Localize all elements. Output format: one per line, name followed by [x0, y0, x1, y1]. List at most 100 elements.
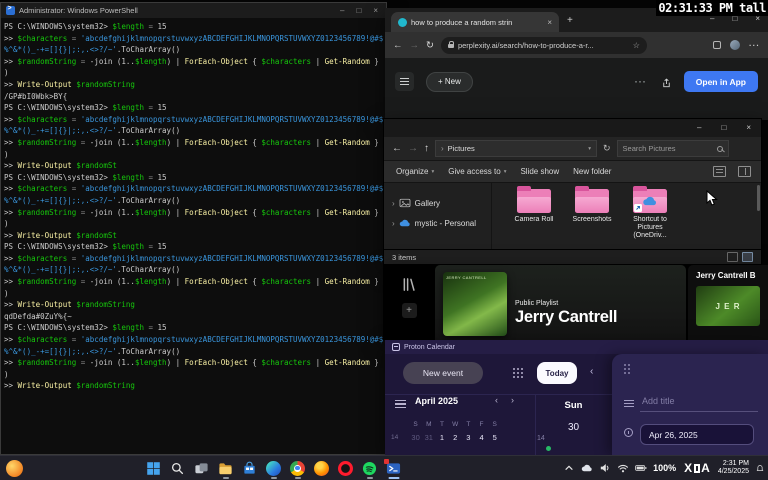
new-tab-button[interactable]: +	[567, 15, 573, 26]
search-button[interactable]	[170, 456, 185, 480]
console-line: >> $randomString = -join (1..$length) | …	[4, 207, 379, 217]
store-button[interactable]	[242, 456, 257, 480]
shortcut-arrow-icon	[634, 204, 642, 212]
back-icon[interactable]: ←	[392, 143, 402, 154]
onedrive-icon[interactable]	[581, 462, 593, 474]
open-in-app-button[interactable]: Open in App	[683, 71, 758, 92]
share-icon[interactable]	[661, 76, 672, 88]
browser-tab[interactable]: how to produce a random strin ×	[391, 12, 559, 32]
new-thread-button[interactable]: + New	[426, 71, 473, 92]
maximize-button[interactable]: □	[356, 6, 361, 15]
scrollbar[interactable]	[757, 185, 760, 211]
spotify-sidebar: +	[383, 265, 435, 340]
browser-menu-icon[interactable]: ···	[749, 41, 760, 50]
address-bar[interactable]: perplexity.ai/search/how-to-produce-a-r.…	[440, 36, 647, 54]
minimize-button[interactable]: –	[340, 6, 344, 15]
minimize-button[interactable]: –	[697, 123, 701, 132]
powershell-titlebar[interactable]: Administrator: Windows PowerShell – □ ×	[1, 3, 386, 18]
chevron-up-icon[interactable]	[563, 462, 575, 474]
playlist-cover-art[interactable]: JERRY CANTRELL	[443, 272, 507, 336]
album-art[interactable]: J E R	[696, 286, 760, 326]
file-explorer-button[interactable]	[218, 456, 233, 480]
firefox-button[interactable]	[314, 456, 329, 480]
powershell-console[interactable]: PS C:\WINDOWS\system32> $length = 15 >> $…	[1, 18, 386, 454]
refresh-icon[interactable]: ↻	[603, 143, 611, 154]
maximize-button[interactable]: □	[721, 123, 726, 132]
mini-cal-date[interactable]: 31	[422, 433, 435, 442]
playlist-title: Jerry Cantrell	[515, 308, 618, 326]
file-item[interactable]: Screenshots	[566, 185, 618, 224]
back-icon[interactable]: ←	[393, 40, 403, 51]
expand-chevron-icon[interactable]: ›	[392, 199, 395, 208]
your-library-icon[interactable]	[402, 277, 417, 292]
desktop: Administrator: Windows PowerShell – □ × …	[0, 0, 768, 480]
mini-cal-date[interactable]: 30	[409, 433, 422, 442]
calendar-titlebar[interactable]: Proton Calendar	[385, 340, 768, 354]
change-view-icon[interactable]	[713, 166, 726, 177]
create-playlist-button[interactable]: +	[401, 303, 417, 318]
breadcrumb[interactable]: › Pictures ▾	[435, 140, 597, 157]
profile-avatar[interactable]	[730, 40, 740, 50]
sidebar-item-onedrive[interactable]: › mystic - Personal	[384, 213, 491, 233]
sidebar-toggle-icon[interactable]	[395, 400, 406, 410]
drag-handle-icon[interactable]	[624, 364, 626, 366]
mini-cal-date[interactable]: 5	[488, 433, 501, 442]
powershell-button[interactable]	[384, 456, 401, 480]
mini-cal-date[interactable]: 1	[435, 433, 448, 442]
forward-icon[interactable]: →	[408, 143, 418, 154]
battery-icon[interactable]	[635, 462, 647, 474]
breadcrumb-location[interactable]: Pictures	[448, 144, 475, 153]
expand-chevron-icon[interactable]: ›	[392, 219, 395, 228]
event-dot[interactable]	[546, 446, 551, 451]
widgets-weather-icon[interactable]	[6, 460, 23, 477]
task-view-button[interactable]	[194, 456, 209, 480]
prev-month-icon[interactable]: ‹	[495, 396, 498, 405]
console-line: PS C:\WINDOWS\system32> $length = 15	[4, 323, 167, 333]
mini-cal-date[interactable]: 2	[449, 433, 462, 442]
volume-icon[interactable]	[599, 462, 611, 474]
forward-icon[interactable]: →	[410, 40, 420, 51]
sidebar-item-gallery[interactable]: › Gallery	[384, 193, 491, 213]
mini-cal-date[interactable]: 4	[475, 433, 488, 442]
file-item[interactable]: Camera Roll	[508, 185, 560, 224]
view-options	[713, 166, 751, 177]
network-icon[interactable]	[617, 462, 629, 474]
prev-day-icon[interactable]: ‹	[590, 367, 593, 377]
thumbnail-view-icon[interactable]	[742, 252, 753, 262]
refresh-icon[interactable]: ↻	[426, 40, 434, 51]
new-event-button[interactable]: New event	[403, 362, 483, 384]
taskbar-clock[interactable]: 2:31 PM 4/25/2025	[718, 460, 749, 477]
close-button[interactable]: ×	[373, 6, 378, 15]
today-button[interactable]: Today	[537, 362, 577, 384]
file-item[interactable]: Shortcut to Pictures (OneDriv...	[624, 185, 676, 240]
edge-button[interactable]	[266, 456, 281, 480]
search-box[interactable]: Search Pictures	[616, 140, 729, 157]
close-button[interactable]: ×	[746, 123, 751, 132]
next-month-icon[interactable]: ›	[511, 396, 514, 405]
extensions-icon[interactable]	[713, 41, 721, 49]
toolbar-button[interactable]: Slide show	[520, 167, 559, 176]
favorite-star-icon[interactable]: ☆	[633, 41, 640, 50]
day-column-date[interactable]: 30	[535, 422, 612, 433]
up-icon[interactable]: ↑	[424, 143, 429, 154]
notification-bell-icon[interactable]	[755, 463, 765, 473]
details-view-icon[interactable]	[727, 252, 738, 262]
preview-pane-icon[interactable]	[738, 166, 751, 177]
start-button[interactable]	[146, 456, 161, 480]
chrome-button[interactable]	[290, 456, 305, 480]
address-dropdown-icon[interactable]: ▾	[588, 146, 591, 152]
event-date-input[interactable]: Apr 26, 2025	[640, 424, 754, 445]
mini-cal-date[interactable]: 3	[462, 433, 475, 442]
toolbar-button[interactable]: New folder	[573, 167, 611, 176]
menu-hamburger-icon[interactable]	[395, 72, 414, 91]
opera-button[interactable]	[338, 456, 353, 480]
toolbar-button[interactable]: Give access to ▾	[448, 167, 506, 176]
app-grid-icon[interactable]	[513, 368, 516, 371]
tab-close-icon[interactable]: ×	[547, 18, 552, 27]
more-options-icon[interactable]: ···	[635, 77, 647, 87]
explorer-titlebar[interactable]: – □ ×	[384, 119, 761, 137]
toolbar-button[interactable]: Organize ▾	[396, 167, 434, 176]
panel-title[interactable]: Jerry Cantrell B	[696, 271, 762, 280]
spotify-button[interactable]	[362, 456, 377, 480]
event-title-input[interactable]: Add title	[642, 396, 675, 406]
